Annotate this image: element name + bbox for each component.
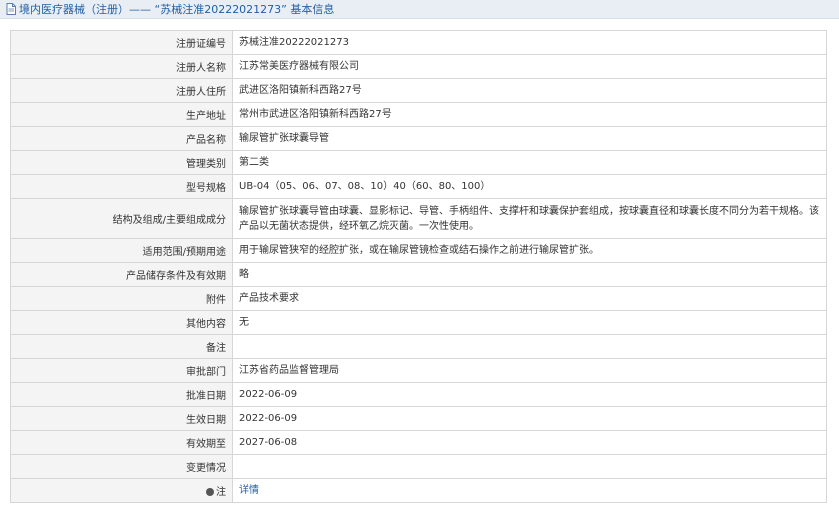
row-label: 适用范围/预期用途 — [10, 238, 233, 263]
row-value — [232, 454, 827, 479]
row-label: 产品名称 — [10, 126, 233, 151]
document-icon — [6, 3, 16, 15]
row-label: 注册证编号 — [10, 30, 233, 55]
row-label: 附件 — [10, 286, 233, 311]
table-row: 注册人名称 江苏常美医疗器械有限公司 — [10, 54, 827, 79]
row-value: 输尿管扩张球囊导管 — [232, 126, 827, 151]
row-value: 无 — [232, 310, 827, 335]
table-row: 生效日期 2022-06-09 — [10, 406, 827, 431]
row-label: 产品储存条件及有效期 — [10, 262, 233, 287]
row-value: 第二类 — [232, 150, 827, 175]
row-value: 详情 — [232, 478, 827, 503]
row-value: 产品技术要求 — [232, 286, 827, 311]
row-label: 生产地址 — [10, 102, 233, 127]
table-row: 产品名称 输尿管扩张球囊导管 — [10, 126, 827, 151]
table-row: 变更情况 — [10, 454, 827, 479]
row-label: 有效期至 — [10, 430, 233, 455]
row-label: 变更情况 — [10, 454, 233, 479]
row-value: 苏械注准20222021273 — [232, 30, 827, 55]
row-label: 型号规格 — [10, 174, 233, 199]
row-value: 2022-06-09 — [232, 406, 827, 431]
row-value: 输尿管扩张球囊导管由球囊、显影标记、导管、手柄组件、支撑杆和球囊保护套组成，按球… — [232, 198, 827, 239]
table-row: 管理类别 第二类 — [10, 150, 827, 175]
row-value: UB-04（05、06、07、08、10）40（60、80、100） — [232, 174, 827, 199]
row-label: 其他内容 — [10, 310, 233, 335]
table-row: 产品储存条件及有效期 略 — [10, 262, 827, 287]
table-row: 审批部门 江苏省药品监督管理局 — [10, 358, 827, 383]
row-value: 2027-06-08 — [232, 430, 827, 455]
note-dot-icon — [206, 488, 214, 496]
table-row: 备注 — [10, 334, 827, 359]
table-row: 注 详情 — [10, 478, 827, 503]
row-value: 江苏省药品监督管理局 — [232, 358, 827, 383]
page-title-bar: 境内医疗器械（注册）—— “苏械注准20222021273” 基本信息 — [0, 0, 839, 19]
row-label: 审批部门 — [10, 358, 233, 383]
row-label: 注 — [216, 487, 226, 498]
row-label: 管理类别 — [10, 150, 233, 175]
table-row: 附件 产品技术要求 — [10, 286, 827, 311]
table-row: 批准日期 2022-06-09 — [10, 382, 827, 407]
row-value: 略 — [232, 262, 827, 287]
table-row: 注册人住所 武进区洛阳镇新科西路27号 — [10, 78, 827, 103]
row-label: 注册人名称 — [10, 54, 233, 79]
table-row: 适用范围/预期用途 用于输尿管狭窄的经腔扩张，或在输尿管镜检查或结石操作之前进行… — [10, 238, 827, 263]
note-label-cell: 注 — [10, 478, 233, 503]
table-row: 其他内容 无 — [10, 310, 827, 335]
row-label: 批准日期 — [10, 382, 233, 407]
row-value: 武进区洛阳镇新科西路27号 — [232, 78, 827, 103]
table-row: 注册证编号 苏械注准20222021273 — [10, 30, 827, 55]
table-row: 型号规格 UB-04（05、06、07、08、10）40（60、80、100） — [10, 174, 827, 199]
row-value: 江苏常美医疗器械有限公司 — [232, 54, 827, 79]
row-label: 备注 — [10, 334, 233, 359]
table-row: 生产地址 常州市武进区洛阳镇新科西路27号 — [10, 102, 827, 127]
row-label: 生效日期 — [10, 406, 233, 431]
row-value: 用于输尿管狭窄的经腔扩张，或在输尿管镜检查或结石操作之前进行输尿管扩张。 — [232, 238, 827, 263]
row-label: 注册人住所 — [10, 78, 233, 103]
table-row: 有效期至 2027-06-08 — [10, 430, 827, 455]
row-value — [232, 334, 827, 359]
row-value: 常州市武进区洛阳镇新科西路27号 — [232, 102, 827, 127]
registration-info-table: 注册证编号 苏械注准20222021273 注册人名称 江苏常美医疗器械有限公司… — [10, 30, 827, 503]
detail-link[interactable]: 详情 — [239, 485, 259, 496]
table-row: 结构及组成/主要组成成分 输尿管扩张球囊导管由球囊、显影标记、导管、手柄组件、支… — [10, 198, 827, 239]
page-title: 境内医疗器械（注册）—— “苏械注准20222021273” 基本信息 — [19, 3, 335, 16]
row-label: 结构及组成/主要组成成分 — [10, 198, 233, 239]
row-value: 2022-06-09 — [232, 382, 827, 407]
